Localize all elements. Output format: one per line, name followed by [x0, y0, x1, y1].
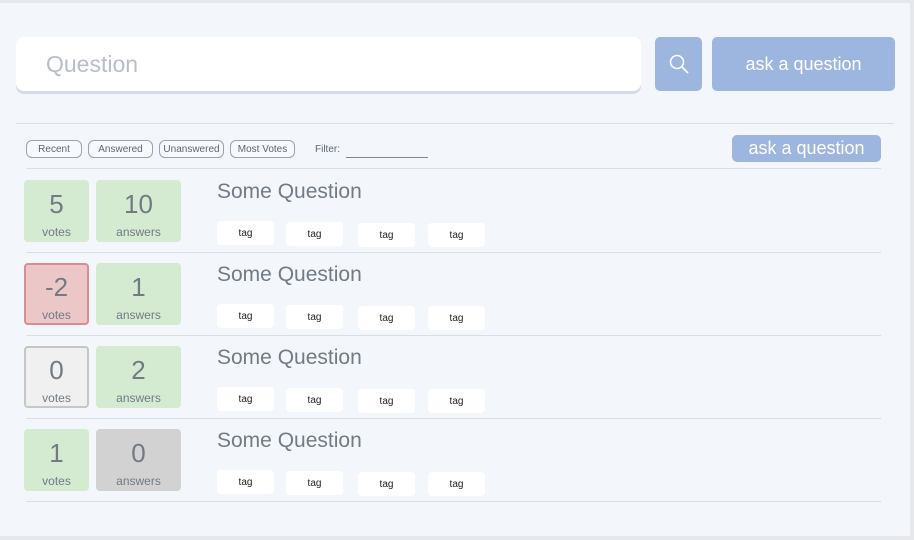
tag-chip[interactable]: tag — [217, 221, 274, 245]
tag-chip[interactable]: tag — [286, 222, 343, 246]
question-row: -2 votes 1 answers Some Question tag tag… — [0, 251, 910, 334]
tag-chip[interactable]: tag — [358, 389, 415, 413]
tag-chip[interactable]: tag — [217, 304, 274, 328]
search-icon — [669, 54, 688, 74]
search-bar[interactable] — [16, 37, 641, 91]
tag-chip[interactable]: tag — [428, 306, 485, 330]
filter-most-votes-button[interactable]: Most Votes — [230, 140, 295, 158]
answers-label: answers — [116, 474, 161, 488]
tag-chip[interactable]: tag — [358, 306, 415, 330]
tag-chip[interactable]: tag — [358, 472, 415, 496]
votes-counter: 0 votes — [24, 346, 89, 408]
votes-label: votes — [42, 308, 71, 322]
votes-counter: 5 votes — [24, 180, 89, 242]
question-title[interactable]: Some Question — [217, 429, 362, 453]
question-row: 5 votes 10 answers Some Question tag tag… — [0, 168, 910, 251]
answers-label: answers — [116, 391, 161, 405]
tag-chip[interactable]: tag — [286, 388, 343, 412]
answers-count: 0 — [131, 438, 146, 468]
tag-chip[interactable]: tag — [217, 387, 274, 411]
question-title[interactable]: Some Question — [217, 180, 362, 204]
page-frame: ask a question Recent Answered Unanswere… — [0, 3, 910, 536]
votes-count: 5 — [49, 189, 64, 219]
question-row: 1 votes 0 answers Some Question tag tag … — [0, 417, 910, 500]
votes-counter: 1 votes — [24, 429, 89, 491]
ask-question-button-secondary[interactable]: ask a question — [732, 135, 881, 162]
answers-count: 1 — [131, 272, 146, 302]
filter-answered-button[interactable]: Answered — [88, 140, 153, 158]
votes-count: 1 — [49, 438, 64, 468]
votes-counter: -2 votes — [24, 263, 89, 325]
tag-chip[interactable]: tag — [428, 223, 485, 247]
tag-chip[interactable]: tag — [428, 472, 485, 496]
answers-label: answers — [116, 225, 161, 239]
tag-chip[interactable]: tag — [286, 471, 343, 495]
search-input[interactable] — [44, 49, 613, 79]
filter-unanswered-button[interactable]: Unanswered — [159, 140, 224, 158]
question-title[interactable]: Some Question — [217, 263, 362, 287]
question-row: 0 votes 2 answers Some Question tag tag … — [0, 334, 910, 417]
filter-recent-button[interactable]: Recent — [26, 140, 82, 158]
answers-count: 10 — [124, 189, 153, 219]
divider — [16, 123, 894, 124]
filter-label: Filter: — [315, 143, 340, 155]
tag-chip[interactable]: tag — [428, 389, 485, 413]
votes-label: votes — [42, 225, 71, 239]
answers-counter: 0 answers — [96, 429, 181, 491]
answers-counter: 2 answers — [96, 346, 181, 408]
answers-counter: 1 answers — [96, 263, 181, 325]
votes-label: votes — [42, 391, 71, 405]
votes-count: 0 — [49, 355, 64, 385]
filter-input[interactable] — [346, 142, 428, 158]
list-divider — [26, 501, 881, 502]
filter-bar: Recent Answered Unanswered Most Votes Fi… — [26, 139, 428, 159]
tag-chip[interactable]: tag — [286, 305, 343, 329]
answers-count: 2 — [131, 355, 146, 385]
votes-count: -2 — [44, 272, 69, 302]
answers-counter: 10 answers — [96, 180, 181, 242]
answers-label: answers — [116, 308, 161, 322]
tag-chip[interactable]: tag — [217, 470, 274, 494]
tag-chip[interactable]: tag — [358, 223, 415, 247]
ask-question-button[interactable]: ask a question — [712, 37, 895, 91]
search-button[interactable] — [655, 37, 702, 91]
question-title[interactable]: Some Question — [217, 346, 362, 370]
votes-label: votes — [42, 474, 71, 488]
